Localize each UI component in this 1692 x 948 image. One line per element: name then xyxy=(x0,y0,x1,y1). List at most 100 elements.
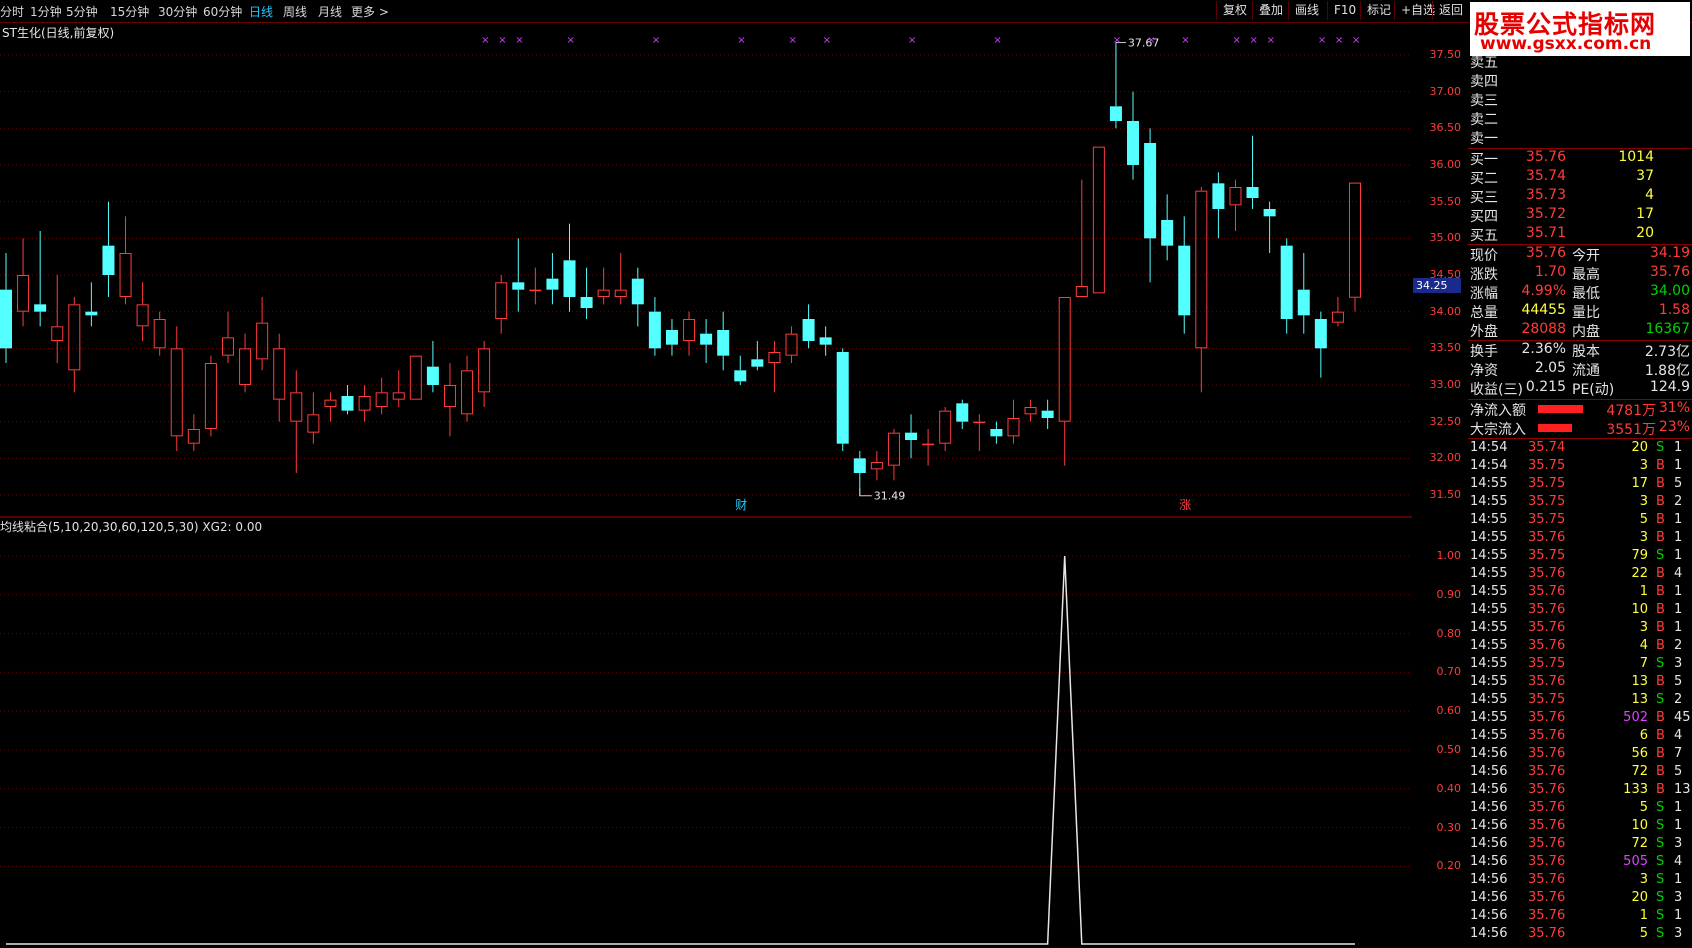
fundamental-value: 2.36% xyxy=(1521,341,1566,357)
period-tab-0[interactable]: 分时 xyxy=(0,3,24,20)
event-marker[interactable]: × xyxy=(1335,35,1343,46)
indicator-y-label: 0.20 xyxy=(1436,859,1462,873)
candle xyxy=(939,407,952,451)
period-tab-2[interactable]: 5分钟 xyxy=(66,3,98,20)
bid-price: 35.72 xyxy=(1525,206,1566,222)
toolbar-button-0[interactable]: 复权 xyxy=(1216,1,1247,20)
tick-count: 13 xyxy=(1674,782,1691,797)
quote-row: 外盘 28088 内盘 16367 xyxy=(1468,321,1692,340)
tick-row: 14:56 35.76 133 B 13 xyxy=(1468,782,1692,801)
bid-row: 买三 35.73 4 xyxy=(1468,187,1692,206)
tick-count: 3 xyxy=(1674,890,1683,905)
y-axis-label: 32.00 xyxy=(1429,451,1462,465)
candle xyxy=(187,414,200,451)
tick-side: S xyxy=(1656,548,1665,563)
event-marker[interactable]: × xyxy=(481,35,489,46)
period-tab-1[interactable]: 1分钟 xyxy=(30,3,62,20)
ask-label: 卖三 xyxy=(1470,93,1498,109)
event-marker[interactable]: × xyxy=(823,35,831,46)
event-marker[interactable]: × xyxy=(993,35,1001,46)
event-marker[interactable]: × xyxy=(1250,35,1258,46)
tick-volume: 13 xyxy=(1631,692,1648,707)
tick-row: 14:56 35.76 1 S 1 xyxy=(1468,908,1692,927)
period-tab-7[interactable]: 周线 xyxy=(283,3,307,20)
candle xyxy=(119,216,132,305)
period-tab-6[interactable]: 日线 xyxy=(249,3,273,20)
event-marker[interactable]: × xyxy=(1352,35,1360,46)
event-tag[interactable]: 财 xyxy=(735,498,747,512)
tick-time: 14:56 xyxy=(1470,818,1508,833)
separator xyxy=(1468,438,1692,439)
tick-count: 1 xyxy=(1674,620,1683,635)
low-marker-line xyxy=(859,487,872,497)
event-marker[interactable]: × xyxy=(1232,35,1240,46)
toolbar-button-3[interactable]: F10 xyxy=(1327,1,1356,20)
event-marker[interactable]: × xyxy=(1147,35,1155,46)
candle xyxy=(1161,194,1174,261)
period-tab-5[interactable]: 60分钟 xyxy=(203,3,242,20)
tick-count: 5 xyxy=(1674,674,1683,689)
tick-volume: 3 xyxy=(1639,530,1648,545)
event-tag[interactable]: 涨 xyxy=(1179,497,1191,512)
tick-side: S xyxy=(1656,872,1665,887)
toolbar-button-1[interactable]: 叠加 xyxy=(1252,1,1283,20)
fundamental-row: 收益(三) 0.215 PE(动) 124.9 xyxy=(1468,379,1692,398)
toolbar-button-2[interactable]: 画线 xyxy=(1288,1,1319,20)
event-marker[interactable]: × xyxy=(1181,35,1189,46)
tick-side: S xyxy=(1656,836,1665,851)
quote-value: 1.70 xyxy=(1534,264,1566,280)
tick-time: 14:55 xyxy=(1470,692,1508,707)
tick-side: B xyxy=(1656,458,1665,473)
event-marker[interactable]: × xyxy=(737,35,745,46)
quote-value: 16367 xyxy=(1645,321,1690,337)
event-marker[interactable]: × xyxy=(652,35,660,46)
period-tab-8[interactable]: 月线 xyxy=(318,3,342,20)
quote-value: 44455 xyxy=(1521,302,1566,318)
event-marker[interactable]: × xyxy=(1318,35,1326,46)
tick-count: 1 xyxy=(1674,872,1683,887)
fundamental-label: 净资 xyxy=(1470,363,1498,379)
period-tab-3[interactable]: 15分钟 xyxy=(110,3,149,20)
flow-bar xyxy=(1538,424,1572,432)
tick-count: 1 xyxy=(1674,458,1683,473)
toolbar-button-6[interactable]: 返回 xyxy=(1432,1,1463,20)
ask-row: 卖一 xyxy=(1468,128,1692,147)
bid-price: 35.71 xyxy=(1525,225,1566,241)
quote-value: 28088 xyxy=(1521,321,1566,337)
bid-price: 35.73 xyxy=(1525,187,1566,203)
quote-label: 内盘 xyxy=(1572,324,1600,340)
event-marker[interactable]: × xyxy=(567,35,575,46)
quote-row: 涨跌 1.70 最高 35.76 xyxy=(1468,264,1692,283)
bid-label: 买一 xyxy=(1470,152,1498,168)
event-marker[interactable]: × xyxy=(515,35,523,46)
event-marker[interactable]: × xyxy=(1113,35,1121,46)
fundamental-label: 流通 xyxy=(1572,363,1600,379)
candle xyxy=(221,311,234,363)
chart-area[interactable]: 37.6731.49× × × × × × × × × × × × × × × × × × ×财涨 xyxy=(0,22,1412,948)
bid-label: 买五 xyxy=(1470,228,1498,244)
tick-time: 14:55 xyxy=(1470,656,1508,671)
period-tab-9[interactable]: 更多 > xyxy=(351,3,389,20)
tick-row: 14:54 35.75 3 B 1 xyxy=(1468,458,1692,477)
quote-value: 34.19 xyxy=(1649,245,1690,261)
tick-count: 4 xyxy=(1674,566,1683,581)
event-marker[interactable]: × xyxy=(788,35,796,46)
tick-count: 1 xyxy=(1674,440,1683,455)
candle xyxy=(614,253,627,305)
tick-volume: 505 xyxy=(1623,854,1648,869)
toolbar-button-5[interactable]: +自选 xyxy=(1394,1,1435,20)
indicator-y-label: 0.90 xyxy=(1436,587,1462,601)
candle xyxy=(905,414,918,459)
tick-time: 14:54 xyxy=(1470,458,1508,473)
event-marker[interactable]: × xyxy=(1267,35,1275,46)
quote-value: 35.76 xyxy=(1649,264,1690,280)
event-marker[interactable]: × xyxy=(498,35,506,46)
tick-side: B xyxy=(1656,566,1665,581)
toolbar-button-4[interactable]: 标记 xyxy=(1360,1,1391,20)
candle xyxy=(1178,216,1191,334)
event-marker[interactable]: × xyxy=(908,35,916,46)
period-tab-4[interactable]: 30分钟 xyxy=(158,3,197,20)
quote-label: 总量 xyxy=(1470,305,1498,321)
candle xyxy=(307,392,320,444)
candle xyxy=(683,311,696,356)
